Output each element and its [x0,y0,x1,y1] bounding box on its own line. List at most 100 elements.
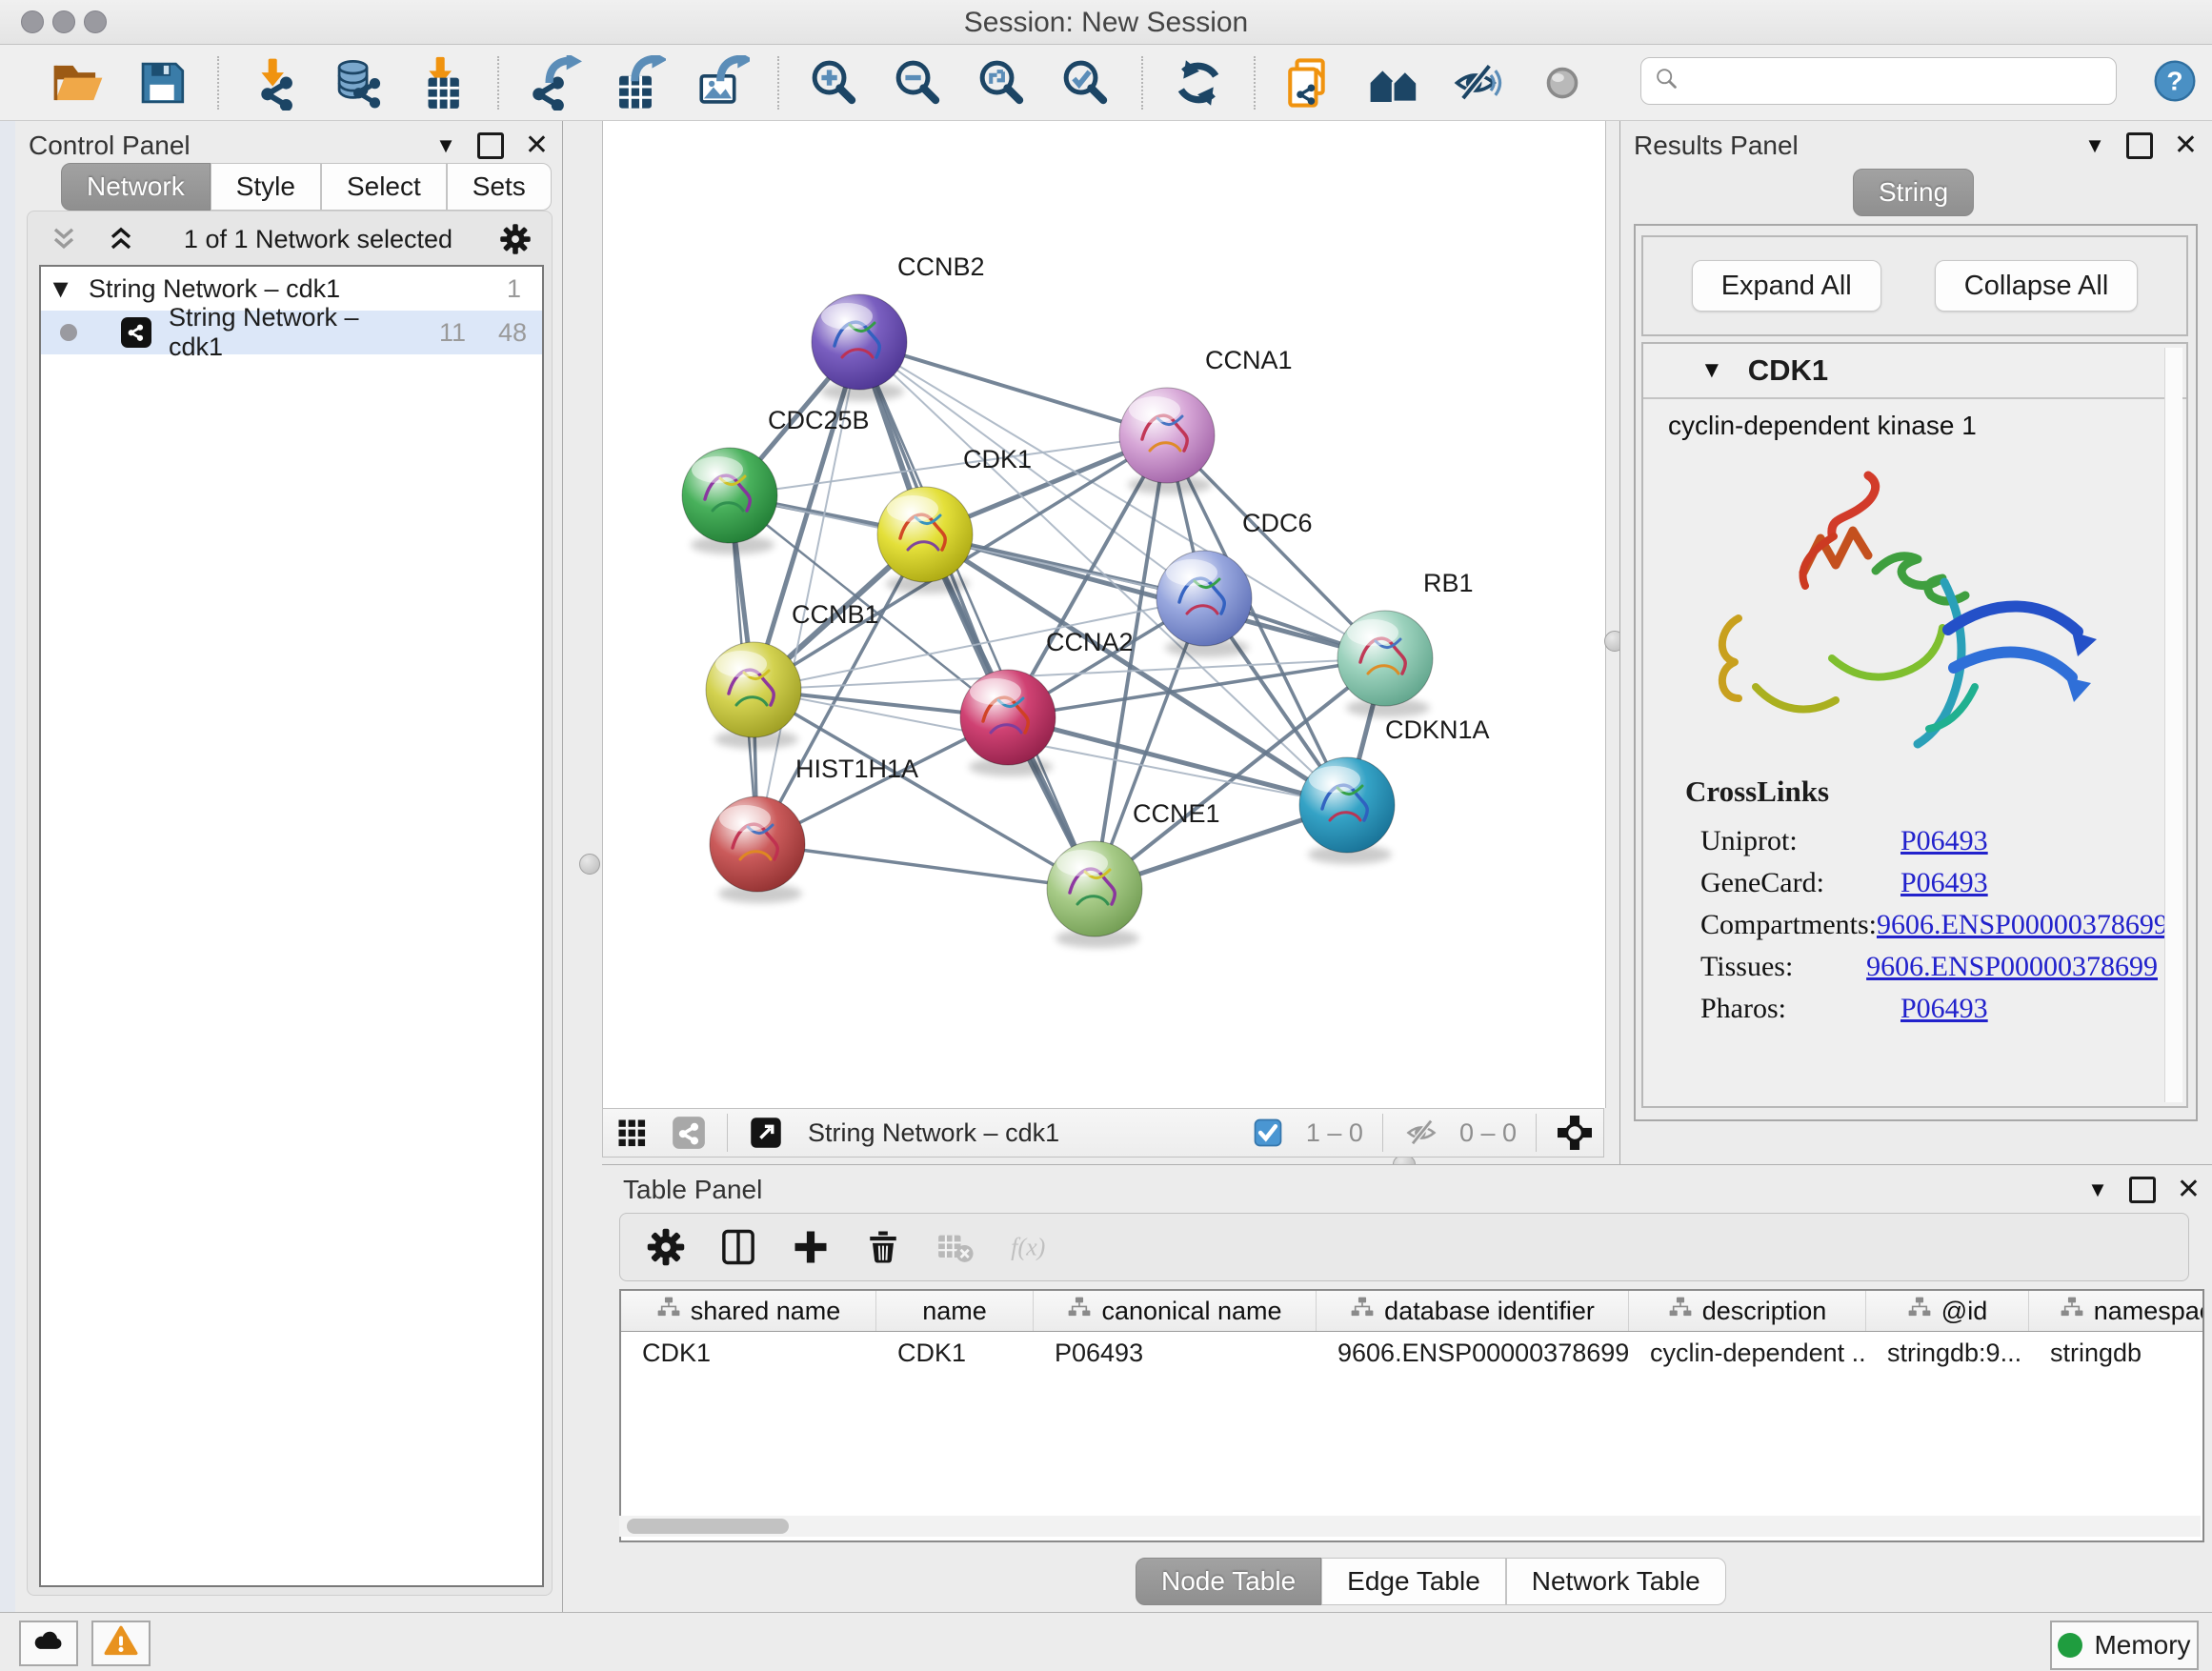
table-cell[interactable]: P06493 [1034,1339,1317,1368]
panel-menu-caret-icon[interactable]: ▼ [2087,1178,2108,1202]
refresh-icon[interactable] [1169,53,1228,112]
zoom-in-icon[interactable] [805,53,864,112]
import-database-icon[interactable] [329,53,388,112]
table-row[interactable]: CDK1CDK1P064939606.ENSP00000378699cyclin… [621,1332,2202,1374]
network-share-icon[interactable] [668,1112,710,1154]
gene-card-caret-icon[interactable]: ▼ [1700,357,1723,384]
cloud-status-button[interactable] [19,1621,78,1666]
tab-node-table[interactable]: Node Table [1136,1558,1321,1605]
search-box[interactable] [1640,57,2117,105]
table-cell[interactable]: CDK1 [621,1339,876,1368]
detach-view-icon[interactable] [745,1112,787,1154]
column-header-id[interactable]: @id [1866,1291,2029,1331]
network-node-CCNB1[interactable]: CCNB1 [706,600,879,749]
show-all-icon[interactable] [1533,53,1592,112]
network-node-CDKN1A[interactable]: CDKN1A [1299,715,1490,864]
shared-column-icon [2060,1296,2084,1327]
warnings-button[interactable] [91,1621,151,1666]
save-session-icon[interactable] [132,53,191,112]
network-edge[interactable] [859,342,1095,889]
crosslink-link[interactable]: P06493 [1900,825,1988,857]
table-horizontal-scrollbar[interactable] [619,1516,2201,1537]
network-node-CDC6[interactable]: CDC6 [1156,509,1313,657]
tab-string[interactable]: String [1853,169,1974,216]
zoom-selected-icon[interactable] [1056,53,1116,112]
left-splitter-handle[interactable] [579,854,600,875]
zoom-out-icon[interactable] [889,53,948,112]
table-cell[interactable]: cyclin-dependent ... [1629,1339,1866,1368]
import-table-icon[interactable] [412,53,472,112]
zoom-fit-icon[interactable] [973,53,1032,112]
tab-edge-table[interactable]: Edge Table [1321,1558,1506,1605]
gene-card-header[interactable]: ▼ CDK1 [1643,344,2186,399]
add-column-icon[interactable] [784,1222,837,1272]
crosslink-link[interactable]: P06493 [1900,993,1988,1025]
import-network-icon[interactable] [245,53,304,112]
network-graph[interactable]: CCNB2 CCNA1 CDC25B CDK1 [603,121,1605,1108]
grid-view-icon[interactable] [611,1112,653,1154]
panel-close-icon[interactable]: ✕ [2177,1179,2201,1200]
network-options-gear-icon[interactable] [494,218,536,260]
network-label: String Network – cdk1 [169,303,409,362]
delete-column-icon[interactable] [856,1222,910,1272]
expand-all-networks-icon[interactable] [100,218,142,260]
panel-float-icon[interactable] [2126,132,2153,159]
network-edge[interactable] [859,342,1167,435]
crosslink-link[interactable]: 9606.ENSP00000378699 [1877,909,2168,941]
column-header-canonicalname[interactable]: canonical name [1034,1291,1317,1331]
network-node-HIST1H1A[interactable]: HIST1H1A [710,755,918,903]
control-panel: Control Panel ▼ ✕ NetworkStyleSelectSets… [15,121,563,1612]
tab-sets[interactable]: Sets [447,163,552,211]
table-cell[interactable]: CDK1 [876,1339,1034,1368]
crosslink-link[interactable]: 9606.ENSP00000378699 [1866,951,2158,983]
tab-select[interactable]: Select [321,163,447,211]
column-header-description[interactable]: description [1629,1291,1866,1331]
memory-button[interactable]: Memory [2050,1621,2199,1670]
network-canvas[interactable]: CCNB2 CCNA1 CDC25B CDK1 [602,121,1606,1108]
tab-network-table[interactable]: Network Table [1506,1558,1726,1605]
collapse-all-networks-icon[interactable] [43,218,85,260]
column-header-namespace[interactable]: namespace [2029,1291,2204,1331]
export-image-icon[interactable] [693,53,752,112]
network-node-CCNA1[interactable]: CCNA1 [1119,346,1293,494]
network-row-selected[interactable]: String Network – cdk1 11 48 [41,311,542,354]
table-cell[interactable]: stringdb:9... [1866,1339,2029,1368]
string-results-container: Expand All Collapse All ▼ CDK1 cyclin-de… [1634,224,2198,1121]
hide-selected-icon[interactable] [1449,53,1508,112]
copy-documents-icon[interactable] [1281,53,1340,112]
network-edge[interactable] [730,435,1167,495]
panel-close-icon[interactable]: ✕ [2174,135,2198,156]
network-node-CCNE1[interactable]: CCNE1 [1047,799,1220,948]
crosslink-link[interactable]: P06493 [1900,867,1988,899]
search-input[interactable] [1689,66,2116,97]
expand-all-button[interactable]: Expand All [1692,260,1881,312]
first-neighbors-icon[interactable] [1365,53,1424,112]
help-button[interactable]: ? [2151,57,2199,105]
column-header-sharedname[interactable]: shared name [621,1291,876,1331]
table-cell[interactable]: stringdb [2029,1339,2204,1368]
network-edge[interactable] [757,844,1095,889]
scrollbar-thumb[interactable] [627,1519,789,1534]
column-header-databaseidentifier[interactable]: database identifier [1317,1291,1629,1331]
selected-checkbox-icon[interactable] [1247,1112,1289,1154]
table-cell[interactable]: 9606.ENSP00000378699 [1317,1339,1629,1368]
birds-eye-view-icon[interactable] [1554,1112,1596,1154]
panel-menu-caret-icon[interactable]: ▼ [2084,133,2105,158]
panel-float-icon[interactable] [2129,1177,2156,1203]
open-file-icon[interactable] [49,53,108,112]
export-table-icon[interactable] [609,53,668,112]
results-scrollbar[interactable] [2164,348,2182,1102]
network-node-RB1[interactable]: RB1 [1337,569,1474,717]
panel-close-icon[interactable]: ✕ [525,135,549,156]
table-options-gear-icon[interactable] [639,1222,693,1272]
node-table[interactable]: shared namenamecanonical namedatabase id… [619,1289,2204,1542]
collapse-all-button[interactable]: Collapse All [1935,260,2139,312]
tab-style[interactable]: Style [211,163,321,211]
export-network-icon[interactable] [525,53,584,112]
panel-float-icon[interactable] [477,132,504,159]
collection-expand-caret-icon[interactable]: ▼ [41,274,73,304]
column-header-name[interactable]: name [876,1291,1034,1331]
panel-menu-caret-icon[interactable]: ▼ [435,133,456,158]
tab-network[interactable]: Network [61,163,211,211]
show-columns-icon[interactable] [712,1222,765,1272]
